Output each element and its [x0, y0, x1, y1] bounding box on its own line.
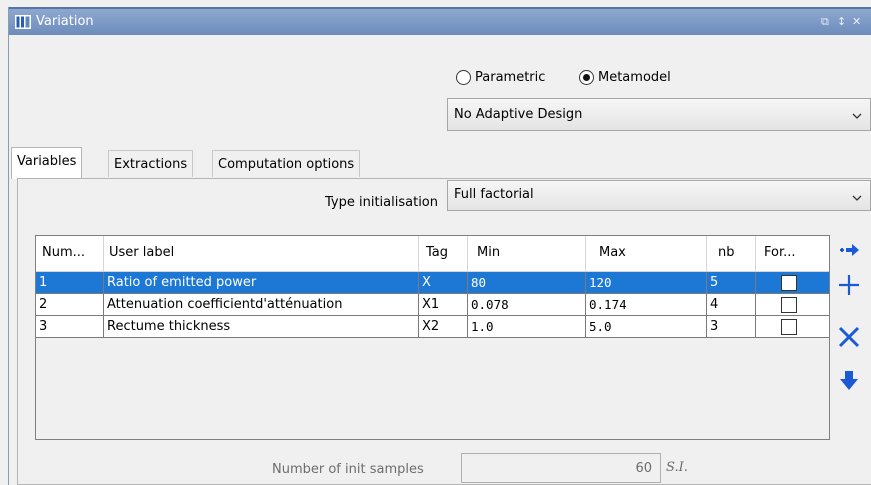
radio-unchecked-icon: [456, 70, 471, 85]
init-samples-label: Number of init samples: [272, 462, 424, 477]
chevron-down-icon: [852, 195, 862, 201]
column-nb[interactable]: nb: [718, 245, 735, 260]
adaptive-design-select[interactable]: No Adaptive Design: [447, 98, 871, 131]
column-user-label[interactable]: User label: [109, 245, 174, 260]
pin-icon[interactable]: ↕: [837, 15, 846, 29]
chevron-down-icon: [852, 113, 862, 119]
tab-extractions[interactable]: Extractions: [108, 150, 194, 177]
tab-computation-options[interactable]: Computation options: [212, 150, 361, 177]
move-right-icon[interactable]: [837, 238, 861, 262]
parametric-radio[interactable]: Parametric: [456, 70, 545, 85]
cell-for: [756, 316, 829, 338]
move-down-icon[interactable]: [837, 369, 861, 393]
table-row[interactable]: 2 Attenuation coefficientd'atténuation X…: [36, 294, 829, 316]
cell-min[interactable]: 1.0: [468, 316, 586, 338]
type-initialisation-label: Type initialisation: [325, 195, 438, 210]
for-checkbox[interactable]: [781, 275, 797, 291]
cell-tag[interactable]: X1: [419, 294, 468, 316]
close-icon[interactable]: ✕: [852, 15, 861, 29]
cell-min[interactable]: 80: [468, 272, 586, 294]
column-divider: [467, 236, 468, 272]
column-divider: [585, 236, 586, 272]
for-checkbox[interactable]: [781, 297, 797, 313]
cell-user-label[interactable]: Attenuation coefficientd'atténuation: [104, 294, 419, 316]
add-icon[interactable]: [837, 273, 861, 297]
cell-user-label[interactable]: Rectume thickness: [104, 316, 419, 338]
column-divider: [755, 236, 756, 272]
window-title: Variation: [36, 14, 94, 29]
cell-nb[interactable]: 3: [707, 316, 756, 338]
title-bar: Variation ⧉ ↕ ✕: [9, 7, 871, 35]
column-divider: [103, 236, 104, 272]
cell-max[interactable]: 120: [586, 272, 707, 294]
delete-icon[interactable]: [837, 325, 861, 349]
variation-window: Variation ⧉ ↕ ✕ Parametric Metamodel No …: [8, 7, 871, 485]
adaptive-design-value: No Adaptive Design: [454, 107, 583, 122]
column-divider: [706, 236, 707, 272]
cell-tag[interactable]: X2: [419, 316, 468, 338]
type-initialisation-value: Full factorial: [454, 187, 534, 202]
cell-max[interactable]: 0.174: [586, 294, 707, 316]
cell-user-label[interactable]: Ratio of emitted power: [104, 272, 419, 294]
column-tag[interactable]: Tag: [426, 245, 448, 260]
type-initialisation-select[interactable]: Full factorial: [447, 180, 871, 211]
cell-tag[interactable]: X: [419, 272, 468, 294]
column-for[interactable]: For...: [764, 245, 796, 260]
for-checkbox[interactable]: [781, 319, 797, 335]
metamodel-label: Metamodel: [598, 70, 671, 85]
tab-variables[interactable]: Variables: [11, 147, 83, 179]
column-min[interactable]: Min: [477, 245, 500, 260]
unit-label: S.I.: [666, 460, 688, 475]
restore-icon[interactable]: ⧉: [821, 15, 829, 29]
table-row[interactable]: 3 Rectume thickness X2 1.0 5.0 3: [36, 316, 829, 338]
parametric-label: Parametric: [475, 70, 546, 85]
column-max[interactable]: Max: [599, 245, 626, 260]
app-icon: [15, 15, 31, 29]
column-num[interactable]: Num...: [42, 245, 85, 260]
cell-max[interactable]: 5.0: [586, 316, 707, 338]
init-samples-value: 60: [635, 461, 652, 476]
init-samples-field: 60: [461, 453, 661, 483]
cell-nb[interactable]: 4: [707, 294, 756, 316]
column-divider: [418, 236, 419, 272]
cell-for: [756, 272, 829, 294]
table-header: Num... User label Tag Min Max nb For...: [36, 236, 829, 272]
cell-for: [756, 294, 829, 316]
mode-area: [9, 35, 871, 150]
variables-table: Num... User label Tag Min Max nb For... …: [35, 235, 830, 440]
cell-nb[interactable]: 5: [707, 272, 756, 294]
cell-num[interactable]: 1: [36, 272, 104, 294]
table-row[interactable]: 1 Ratio of emitted power X 80 120 5: [36, 272, 829, 294]
metamodel-radio[interactable]: Metamodel: [579, 70, 671, 85]
radio-checked-icon: [579, 70, 594, 85]
cell-min[interactable]: 0.078: [468, 294, 586, 316]
cell-num[interactable]: 3: [36, 316, 104, 338]
cell-num[interactable]: 2: [36, 294, 104, 316]
